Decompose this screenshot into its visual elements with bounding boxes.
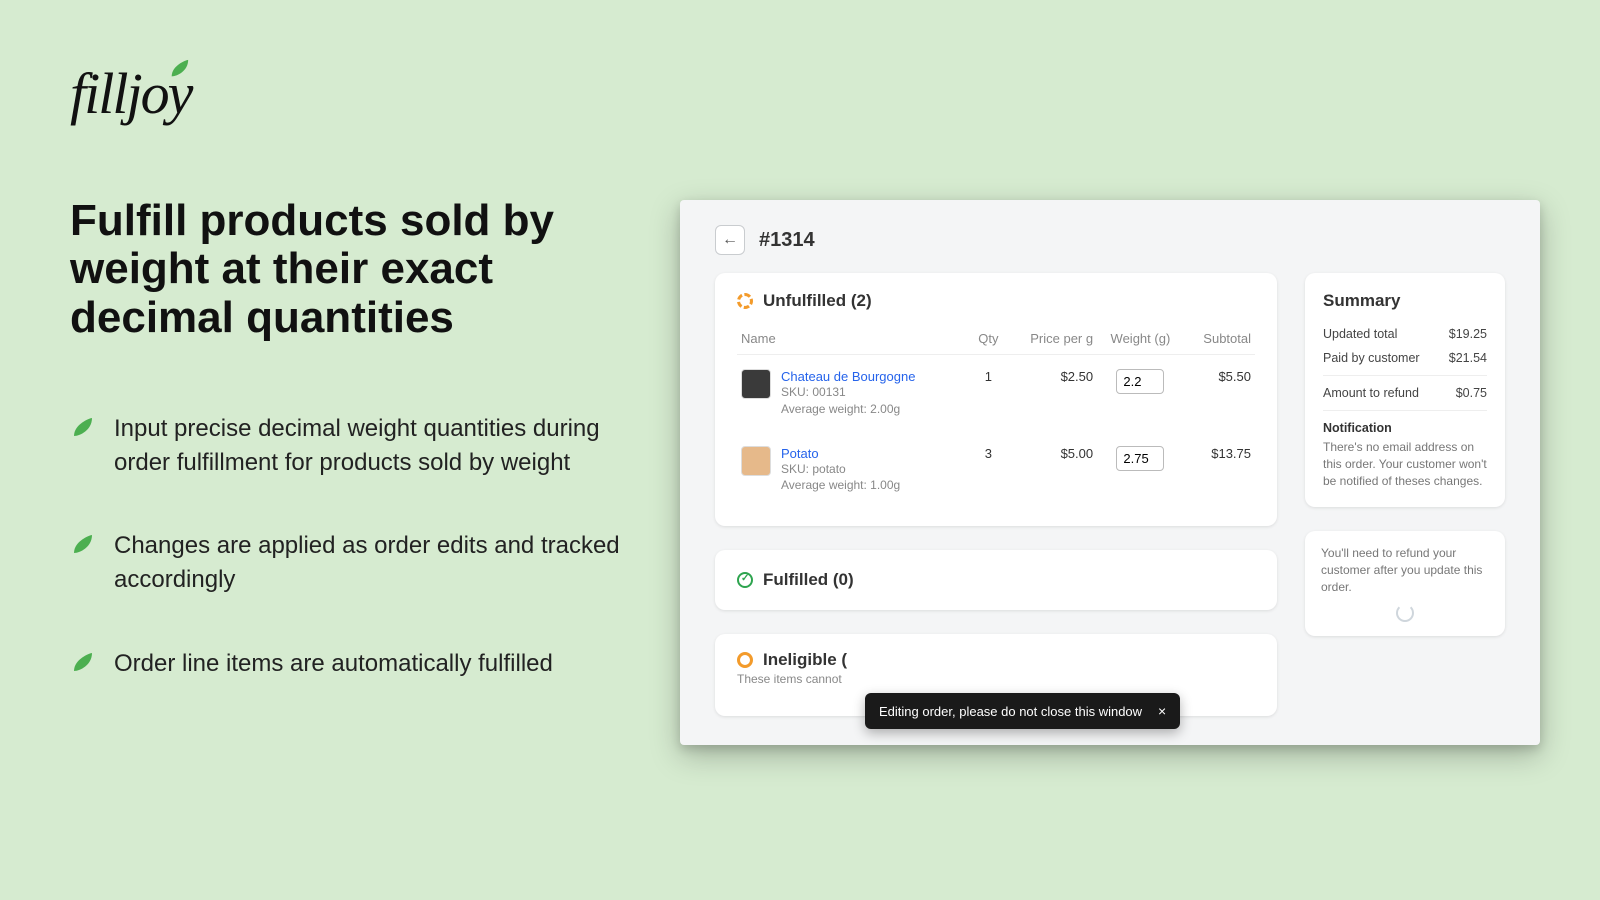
summary-row: Paid by customer $21.54: [1323, 351, 1487, 365]
leaf-icon: [168, 58, 190, 80]
product-link[interactable]: Chateau de Bourgogne: [781, 369, 915, 384]
unfulfilled-status-icon: [737, 293, 753, 309]
product-sku: SKU: potato: [781, 461, 900, 478]
product-link[interactable]: Potato: [781, 446, 819, 461]
leaf-icon: [70, 533, 94, 557]
product-avg-weight: Average weight: 1.00g: [781, 477, 900, 494]
product-image: [741, 446, 771, 476]
col-subtotal: Subtotal: [1184, 323, 1255, 355]
bullet-text: Order line items are automatically fulfi…: [114, 647, 553, 681]
feature-bullet: Order line items are automatically fulfi…: [70, 647, 650, 681]
leaf-icon: [70, 651, 94, 675]
line-items-table: Name Qty Price per g Weight (g) Subtotal: [737, 323, 1255, 508]
summary-card: Summary Updated total $19.25 Paid by cus…: [1305, 273, 1505, 507]
summary-value: $19.25: [1449, 327, 1487, 341]
summary-value: $0.75: [1456, 386, 1487, 400]
ineligible-title: Ineligible (: [763, 650, 847, 670]
table-row: Chateau de Bourgogne SKU: 00131 Average …: [737, 355, 1255, 432]
weight-input[interactable]: [1116, 369, 1164, 394]
product-avg-weight: Average weight: 2.00g: [781, 401, 915, 418]
cell-price: $5.00: [1006, 432, 1097, 509]
table-row: Potato SKU: potato Average weight: 1.00g…: [737, 432, 1255, 509]
summary-label: Amount to refund: [1323, 386, 1419, 400]
brand-logo: filljoy: [70, 60, 650, 127]
col-qty: Qty: [970, 323, 1006, 355]
ineligible-status-icon: [737, 652, 753, 668]
leaf-icon: [70, 416, 94, 440]
unfulfilled-title: Unfulfilled (2): [763, 291, 872, 311]
col-name: Name: [737, 323, 970, 355]
cell-qty: 1: [970, 355, 1006, 432]
notification-heading: Notification: [1323, 421, 1487, 435]
feature-bullet: Changes are applied as order edits and t…: [70, 529, 650, 596]
spinner-icon: [1396, 604, 1414, 622]
toast-close-button[interactable]: ×: [1158, 703, 1166, 719]
toast-text: Editing order, please do not close this …: [879, 704, 1142, 719]
ineligible-subtext: These items cannot: [737, 672, 1255, 686]
app-screenshot: ← #1314 Unfulfilled (2) Name Qty: [680, 200, 1540, 745]
fulfilled-status-icon: [737, 572, 753, 588]
col-weight: Weight (g): [1097, 323, 1184, 355]
refund-hint-card: You'll need to refund your customer afte…: [1305, 531, 1505, 635]
order-number: #1314: [759, 229, 815, 252]
summary-row: Amount to refund $0.75: [1323, 386, 1487, 400]
weight-input[interactable]: [1116, 446, 1164, 471]
bullet-text: Input precise decimal weight quantities …: [114, 412, 650, 479]
cell-qty: 3: [970, 432, 1006, 509]
cell-subtotal: $5.50: [1184, 355, 1255, 432]
notification-text: There's no email address on this order. …: [1323, 439, 1487, 489]
toast: Editing order, please do not close this …: [865, 693, 1180, 729]
bullet-text: Changes are applied as order edits and t…: [114, 529, 650, 596]
summary-label: Paid by customer: [1323, 351, 1420, 365]
fulfilled-card: Fulfilled (0): [715, 550, 1277, 610]
back-button[interactable]: ←: [715, 225, 745, 255]
fulfilled-title: Fulfilled (0): [763, 570, 854, 590]
cell-price: $2.50: [1006, 355, 1097, 432]
product-sku: SKU: 00131: [781, 384, 915, 401]
product-image: [741, 369, 771, 399]
refund-hint-text: You'll need to refund your customer afte…: [1321, 546, 1482, 594]
col-price: Price per g: [1006, 323, 1097, 355]
page-headline: Fulfill products sold by weight at their…: [70, 197, 650, 342]
feature-bullet: Input precise decimal weight quantities …: [70, 412, 650, 479]
summary-row: Updated total $19.25: [1323, 327, 1487, 341]
summary-label: Updated total: [1323, 327, 1397, 341]
summary-value: $21.54: [1449, 351, 1487, 365]
cell-subtotal: $13.75: [1184, 432, 1255, 509]
summary-title: Summary: [1323, 291, 1487, 311]
unfulfilled-card: Unfulfilled (2) Name Qty Price per g Wei…: [715, 273, 1277, 526]
